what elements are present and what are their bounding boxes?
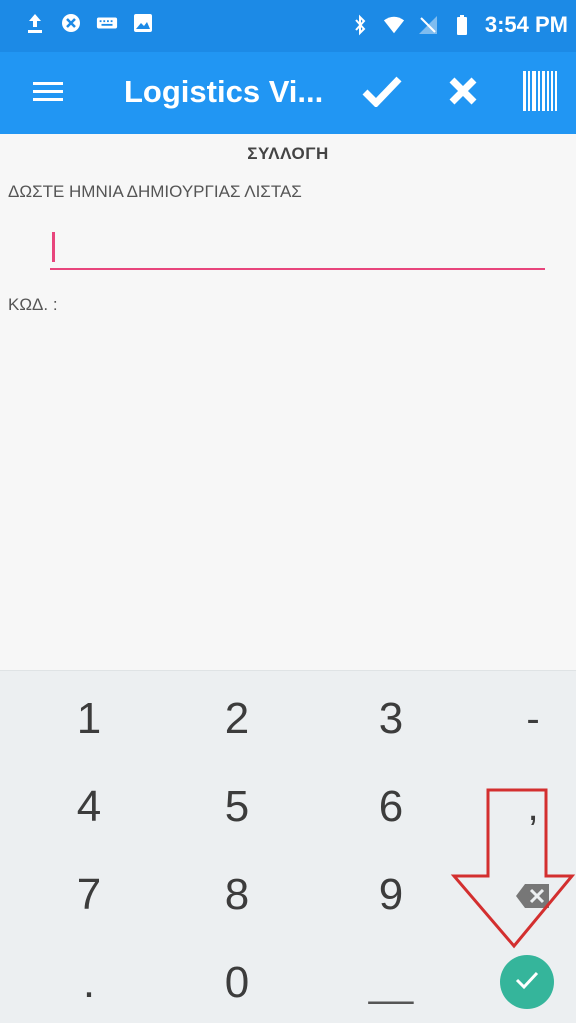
check-icon [362, 75, 402, 112]
text-cursor [52, 232, 55, 262]
key-1[interactable]: 1 [34, 677, 144, 761]
key-6[interactable]: 6 [336, 765, 446, 849]
menu-button[interactable] [28, 77, 68, 109]
hamburger-icon [33, 80, 63, 107]
confirm-button[interactable] [360, 71, 404, 115]
date-label: ΔΩΣΤΕ ΗΜΝΙΑ ΔΗΜΙΟΥΡΓΙΑΣ ΛΙΣΤΑΣ [8, 182, 302, 201]
key-2[interactable]: 2 [182, 677, 292, 761]
enter-key[interactable] [500, 955, 554, 1009]
key-0[interactable]: 0 [182, 941, 292, 1023]
key-5[interactable]: 5 [182, 765, 292, 849]
image-icon [132, 12, 154, 34]
key-8[interactable]: 8 [182, 853, 292, 937]
key-9[interactable]: 9 [336, 853, 446, 937]
status-left-icons [24, 12, 154, 34]
barcode-scan-button[interactable] [518, 70, 562, 116]
backspace-icon [515, 870, 551, 920]
key-comma[interactable]: , [478, 765, 576, 849]
backspace-key[interactable] [478, 853, 576, 937]
app-bar: Logistics Vi... [0, 52, 576, 134]
cancel-button[interactable] [441, 71, 485, 115]
battery-icon [451, 14, 473, 36]
keyboard-icon [96, 12, 118, 34]
barcode-icon [523, 70, 557, 116]
upload-icon [24, 12, 46, 34]
key-dot[interactable]: . [34, 941, 144, 1023]
status-time: 3:54 PM [484, 12, 568, 37]
app-title: Logistics Vi... [124, 74, 324, 109]
status-right-icons: 3:54 PM [349, 12, 568, 38]
close-icon [448, 76, 478, 111]
no-sim-icon [417, 14, 439, 36]
bluetooth-icon [349, 14, 371, 36]
key-space[interactable]: __ [336, 941, 446, 1023]
key-dash[interactable]: - [478, 677, 576, 761]
status-bar: 3:54 PM [0, 0, 576, 52]
code-label: ΚΩΔ. : [8, 295, 58, 314]
key-4[interactable]: 4 [34, 765, 144, 849]
key-7[interactable]: 7 [34, 853, 144, 937]
wifi-icon [383, 14, 405, 36]
shield-icon [60, 12, 82, 34]
check-icon [514, 970, 540, 995]
section-title: ΣΥΛΛΟΓΗ [247, 144, 329, 163]
key-3[interactable]: 3 [336, 677, 446, 761]
date-input[interactable] [50, 226, 545, 270]
